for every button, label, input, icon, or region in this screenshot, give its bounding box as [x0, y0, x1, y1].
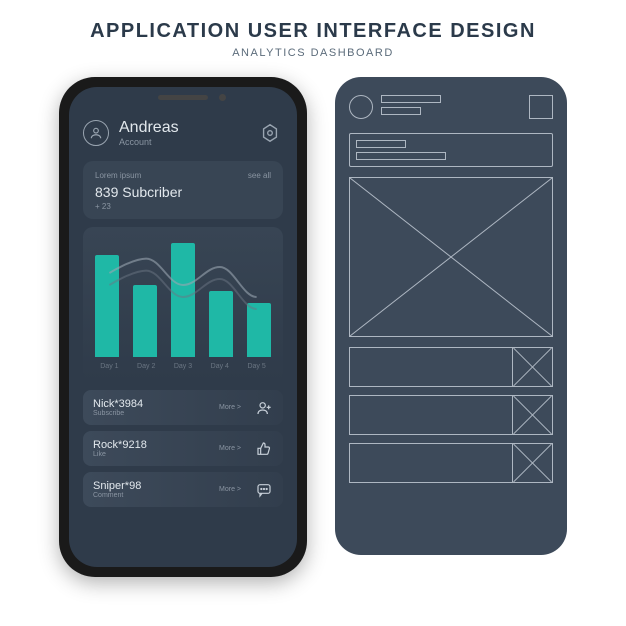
more-link[interactable]: More > [219, 445, 241, 452]
chart-x-label: Day 5 [247, 363, 265, 370]
activity-item[interactable]: Nick*3984Subscribe More > [83, 390, 283, 425]
avatar-icon[interactable] [83, 120, 109, 146]
wf-settings-placeholder [529, 95, 553, 119]
wf-text-placeholder [381, 95, 441, 103]
activity-list: Nick*3984Subscribe More > Rock*9218Like Mor… [83, 390, 283, 507]
chart-bar [171, 243, 195, 357]
subscriber-card: Lorem ipsum see all 839 Subcriber + 23 [83, 161, 283, 219]
wf-text-placeholder [381, 107, 421, 115]
user-add-icon [255, 399, 273, 417]
wf-card-placeholder [349, 133, 553, 167]
account-label: Account [119, 137, 247, 147]
wf-text-placeholder [356, 140, 406, 148]
settings-button[interactable] [257, 120, 283, 146]
app-screen: Andreas Account Lorem ipsum see all 839 … [69, 87, 297, 567]
chart-bar [95, 255, 119, 357]
chart-x-label: Day 2 [137, 363, 155, 370]
page-subtitle: ANALYTICS DASHBOARD [232, 47, 394, 59]
chart-bars [91, 237, 275, 357]
user-name: Andreas [119, 119, 247, 137]
wf-list-item [349, 395, 553, 435]
comment-icon [255, 481, 273, 499]
thumbs-up-icon [255, 440, 273, 458]
wf-avatar-placeholder [349, 95, 373, 119]
chart-x-label: Day 3 [174, 363, 192, 370]
wireframe-panel [335, 77, 567, 555]
see-all-link[interactable]: see all [248, 171, 271, 180]
activity-action: Like [93, 451, 211, 458]
analytics-chart: Day 1 Day 2 Day 3 Day 4 Day 5 [83, 227, 283, 382]
activity-name: Nick*3984 [93, 398, 211, 410]
activity-name: Rock*9218 [93, 439, 211, 451]
subscriber-lorem: Lorem ipsum [95, 171, 141, 180]
activity-action: Comment [93, 492, 211, 499]
chart-bar [133, 285, 157, 357]
gear-icon [259, 122, 281, 144]
wf-list-item [349, 347, 553, 387]
page-title: APPLICATION USER INTERFACE DESIGN [90, 20, 536, 43]
activity-item[interactable]: Sniper*98Comment More > [83, 472, 283, 507]
activity-item[interactable]: Rock*9218Like More > [83, 431, 283, 466]
wf-chart-placeholder [349, 177, 553, 337]
more-link[interactable]: More > [219, 486, 241, 493]
app-header: Andreas Account [83, 119, 283, 147]
chart-bar [247, 303, 271, 357]
activity-action: Subscribe [93, 410, 211, 417]
chart-x-label: Day 1 [100, 363, 118, 370]
subscriber-count: 839 Subcriber [95, 184, 271, 200]
wf-list-item [349, 443, 553, 483]
chart-x-labels: Day 1 Day 2 Day 3 Day 4 Day 5 [91, 363, 275, 370]
chart-bar [209, 291, 233, 357]
chart-x-label: Day 4 [211, 363, 229, 370]
wf-text-placeholder [356, 152, 446, 160]
more-link[interactable]: More > [219, 404, 241, 411]
subscriber-delta: + 23 [95, 202, 271, 211]
activity-name: Sniper*98 [93, 480, 211, 492]
phone-frame: Andreas Account Lorem ipsum see all 839 … [59, 77, 307, 577]
